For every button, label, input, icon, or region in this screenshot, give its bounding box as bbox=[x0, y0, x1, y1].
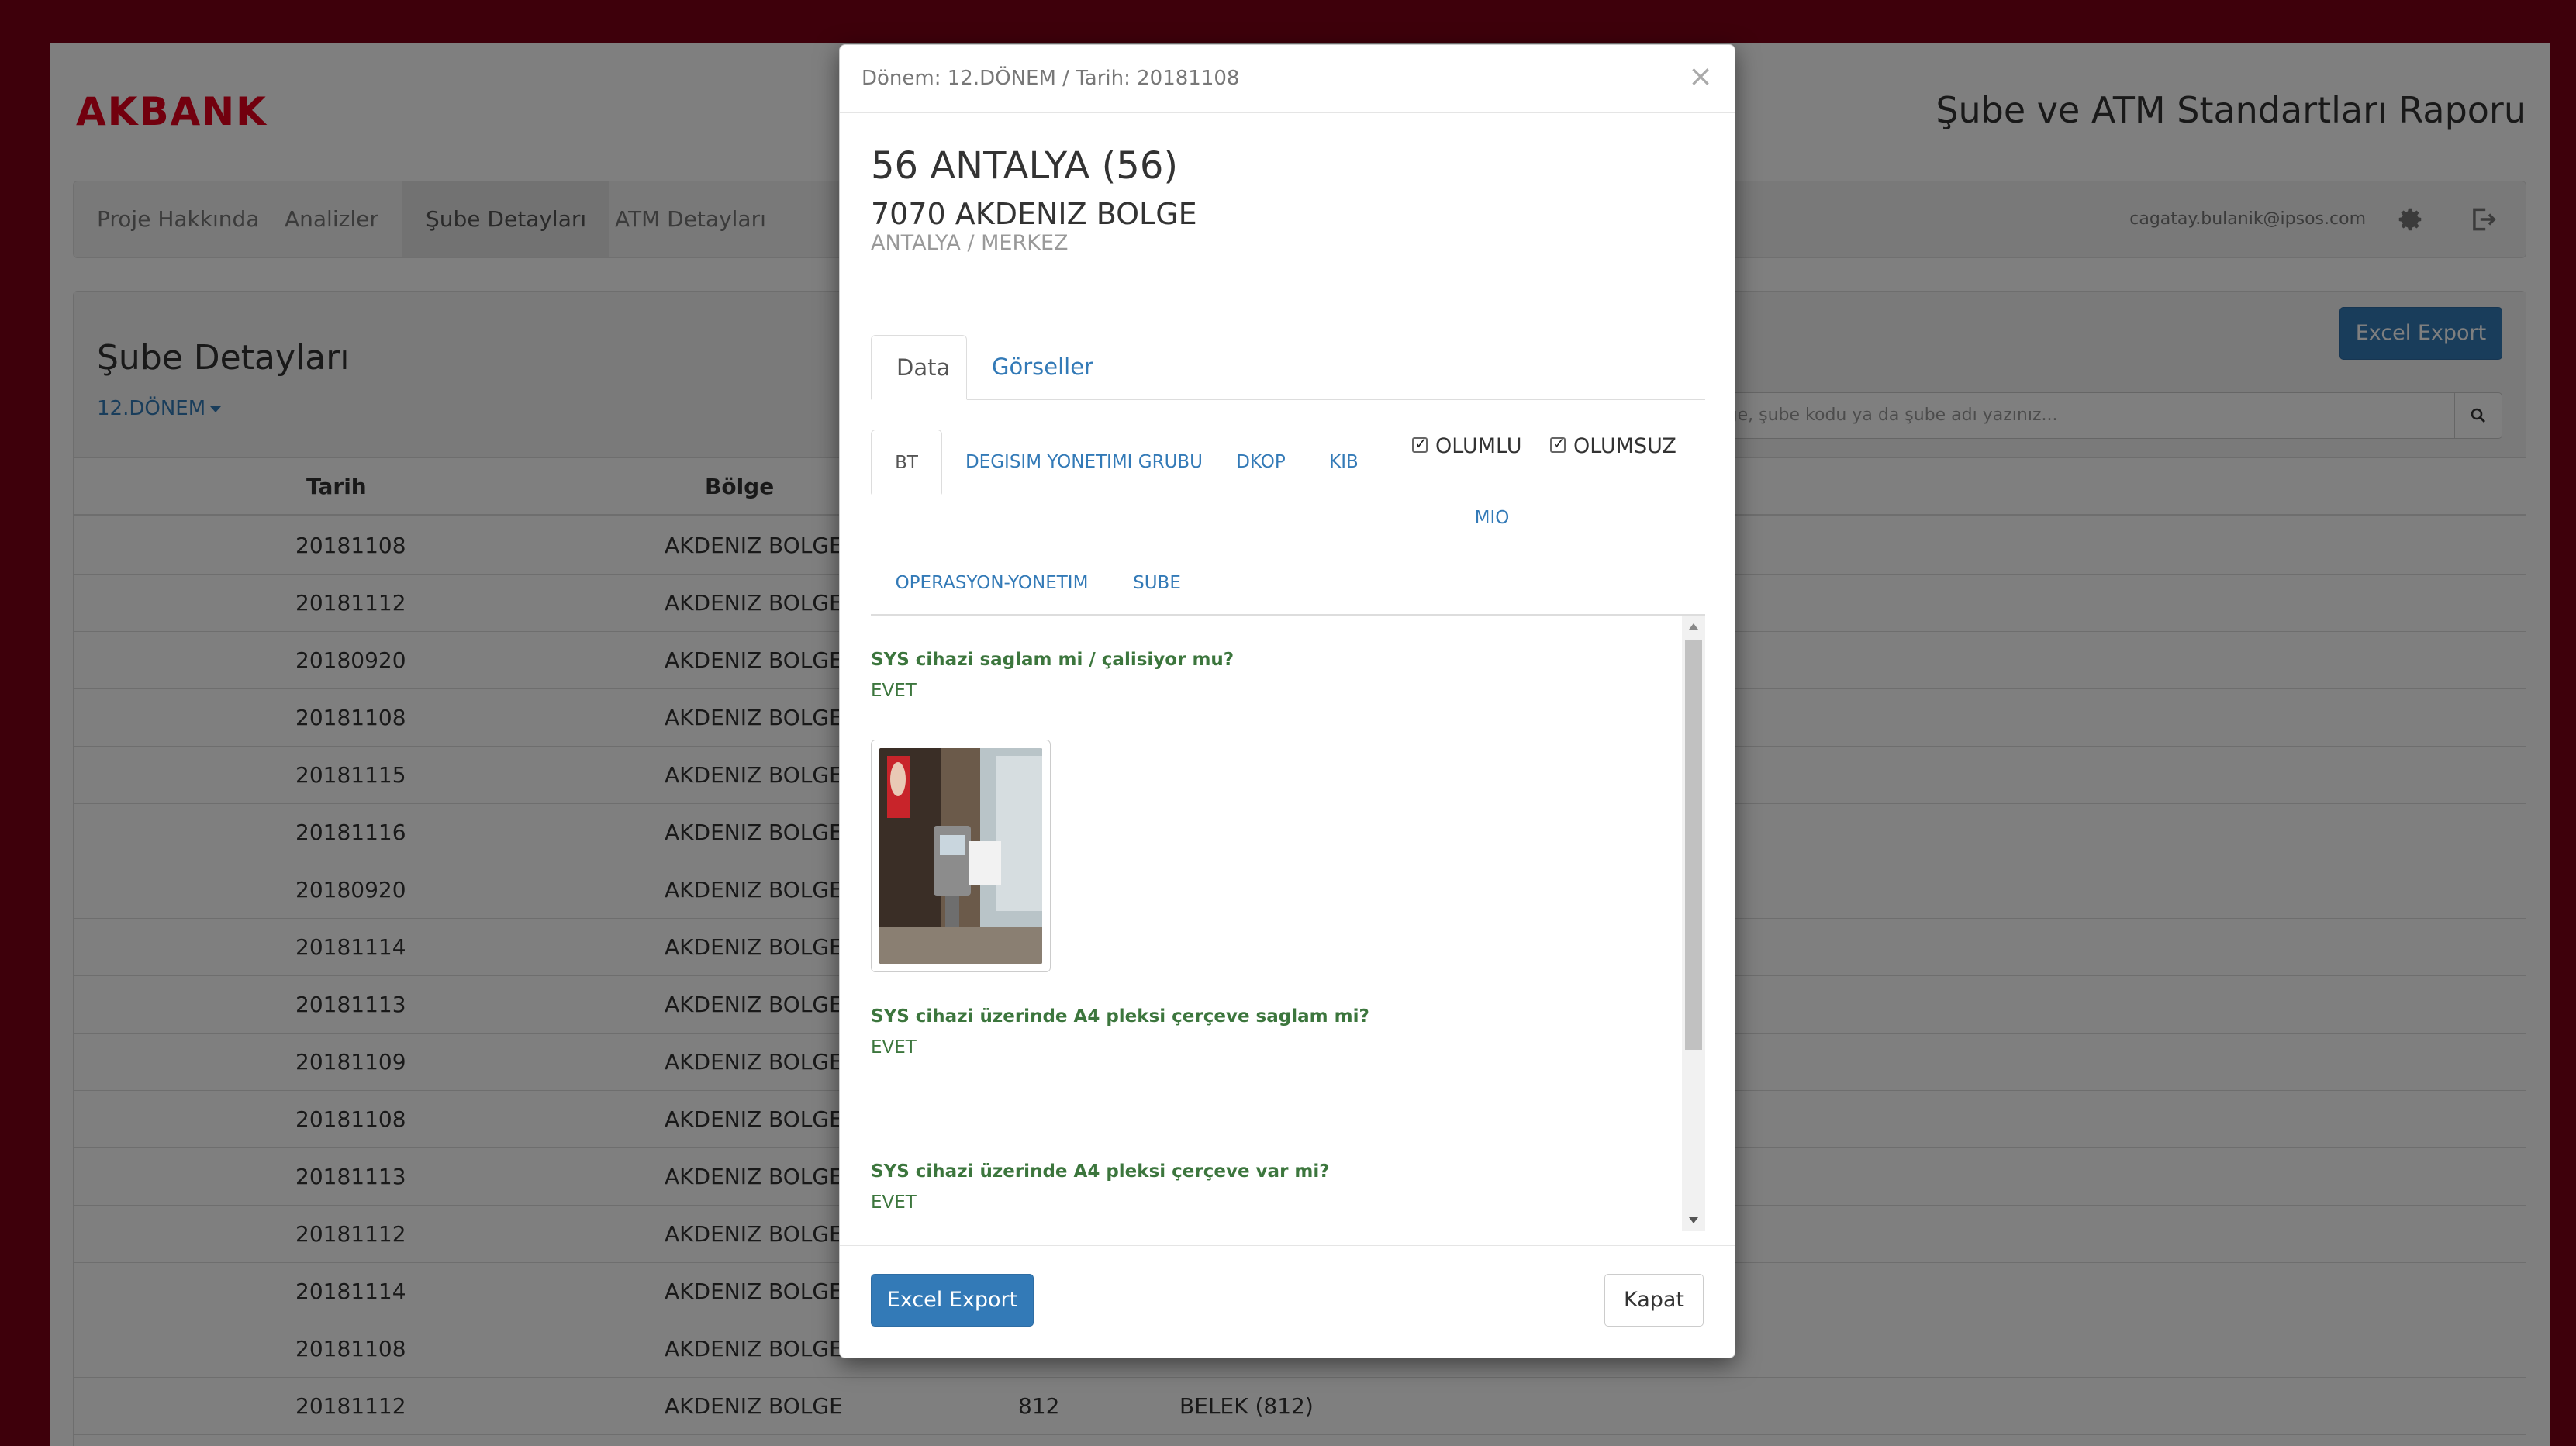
subtab-operasyon-yonetim[interactable]: OPERASYON-YONETIM bbox=[871, 550, 1113, 616]
filter-olumlu-label: OLUMLU bbox=[1435, 434, 1522, 458]
question-text: SYS cihazi saglam mi / çalisiyor mu? bbox=[871, 650, 1234, 670]
close-icon[interactable]: × bbox=[1688, 59, 1713, 93]
subtab-sube[interactable]: SUBE bbox=[1124, 550, 1190, 616]
modal-close-button[interactable]: Kapat bbox=[1604, 1274, 1704, 1327]
modal-header: Dönem: 12.DÖNEM / Tarih: 20181108 × bbox=[840, 45, 1735, 113]
subtab-kib[interactable]: KIB bbox=[1314, 430, 1373, 495]
checkbox-checked-icon[interactable] bbox=[1412, 434, 1428, 453]
question-text: SYS cihazi üzerinde A4 pleksi çerçeve va… bbox=[871, 1161, 1330, 1182]
branch-region: 7070 AKDENIZ BOLGE bbox=[871, 197, 1197, 231]
branch-title: 56 ANTALYA (56) bbox=[871, 144, 1179, 188]
branch-detail-modal: Dönem: 12.DÖNEM / Tarih: 20181108 × 56 A… bbox=[839, 44, 1735, 1358]
question-list[interactable]: SYS cihazi saglam mi / çalisiyor mu? EVE… bbox=[871, 616, 1705, 1231]
atm-photo-image bbox=[879, 748, 1042, 964]
filter-olumsuz-label: OLUMSUZ bbox=[1573, 434, 1676, 458]
question-text: SYS cihazi üzerinde A4 pleksi çerçeve sa… bbox=[871, 1006, 1369, 1027]
answer-text: EVET bbox=[871, 681, 917, 701]
tab-data[interactable]: Data bbox=[871, 335, 967, 400]
subtab-degisim-yonetimi-grubu[interactable]: DEGISIM YONETIMI GRUBU bbox=[964, 430, 1204, 495]
subtab-mio[interactable]: MIO bbox=[1465, 485, 1519, 550]
subtab-bt[interactable]: BT bbox=[871, 430, 942, 495]
photo-thumbnail[interactable] bbox=[871, 740, 1051, 972]
filter-olumlu[interactable]: OLUMLU bbox=[1412, 434, 1521, 458]
category-subtabs: BT DEGISIM YONETIMI GRUBU DKOP KIB OLUML… bbox=[871, 430, 1705, 616]
answer-text: EVET bbox=[871, 1037, 917, 1058]
modal-tabs: Data Görseller bbox=[871, 292, 1705, 400]
checkbox-checked-icon[interactable] bbox=[1550, 434, 1566, 453]
filter-olumsuz[interactable]: OLUMSUZ bbox=[1550, 434, 1676, 458]
modal-period-line: Dönem: 12.DÖNEM / Tarih: 20181108 bbox=[862, 67, 1240, 90]
modal-excel-export-button[interactable]: Excel Export bbox=[871, 1274, 1034, 1327]
tab-gorseller[interactable]: Görseller bbox=[967, 335, 1118, 400]
scrollbar-thumb[interactable] bbox=[1685, 640, 1702, 1050]
modal-footer: Excel Export Kapat bbox=[840, 1245, 1735, 1359]
branch-location: ANTALYA / MERKEZ bbox=[871, 231, 1069, 255]
scroll-down-arrow-icon[interactable] bbox=[1682, 1210, 1705, 1231]
answer-text: EVET bbox=[871, 1192, 917, 1213]
subtab-dkop[interactable]: DKOP bbox=[1224, 430, 1297, 495]
scroll-up-arrow-icon[interactable] bbox=[1682, 616, 1705, 637]
vertical-scrollbar[interactable] bbox=[1682, 616, 1705, 1231]
